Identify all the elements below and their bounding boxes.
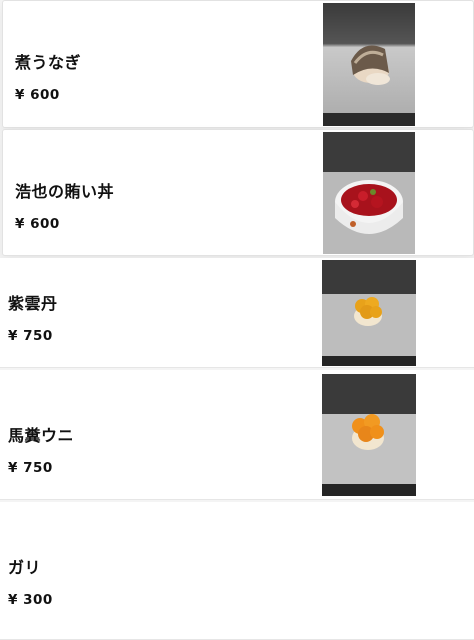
menu-item-name: ガリ	[8, 558, 42, 577]
menu-item-price: ¥ 600	[15, 216, 60, 232]
menu-item-price: ¥ 600	[15, 87, 60, 103]
tuna-bowl-photo	[323, 132, 415, 254]
menu-item-price: ¥ 750	[8, 328, 53, 344]
menu-item-card[interactable]: 煮うなぎ ¥ 600	[2, 0, 474, 128]
menu-item-card[interactable]: 紫雲丹 ¥ 750	[0, 258, 474, 368]
menu-item-name: 馬糞ウニ	[8, 426, 75, 445]
purple-urchin-nigiri-photo	[322, 260, 416, 366]
menu-item-price: ¥ 300	[8, 592, 53, 608]
menu-item-name: 煮うなぎ	[15, 53, 82, 72]
menu-item-card[interactable]: ガリ ¥ 300	[0, 502, 474, 640]
menu-item-name: 紫雲丹	[8, 294, 58, 313]
menu-item-name: 浩也の賄い丼	[15, 182, 115, 201]
menu-item-price: ¥ 750	[8, 460, 53, 476]
menu-item-card[interactable]: 馬糞ウニ ¥ 750	[0, 370, 474, 500]
eel-nigiri-photo	[323, 3, 415, 126]
bafun-urchin-nigiri-photo	[322, 374, 416, 496]
menu-item-card[interactable]: 浩也の賄い丼 ¥ 600	[2, 129, 474, 256]
